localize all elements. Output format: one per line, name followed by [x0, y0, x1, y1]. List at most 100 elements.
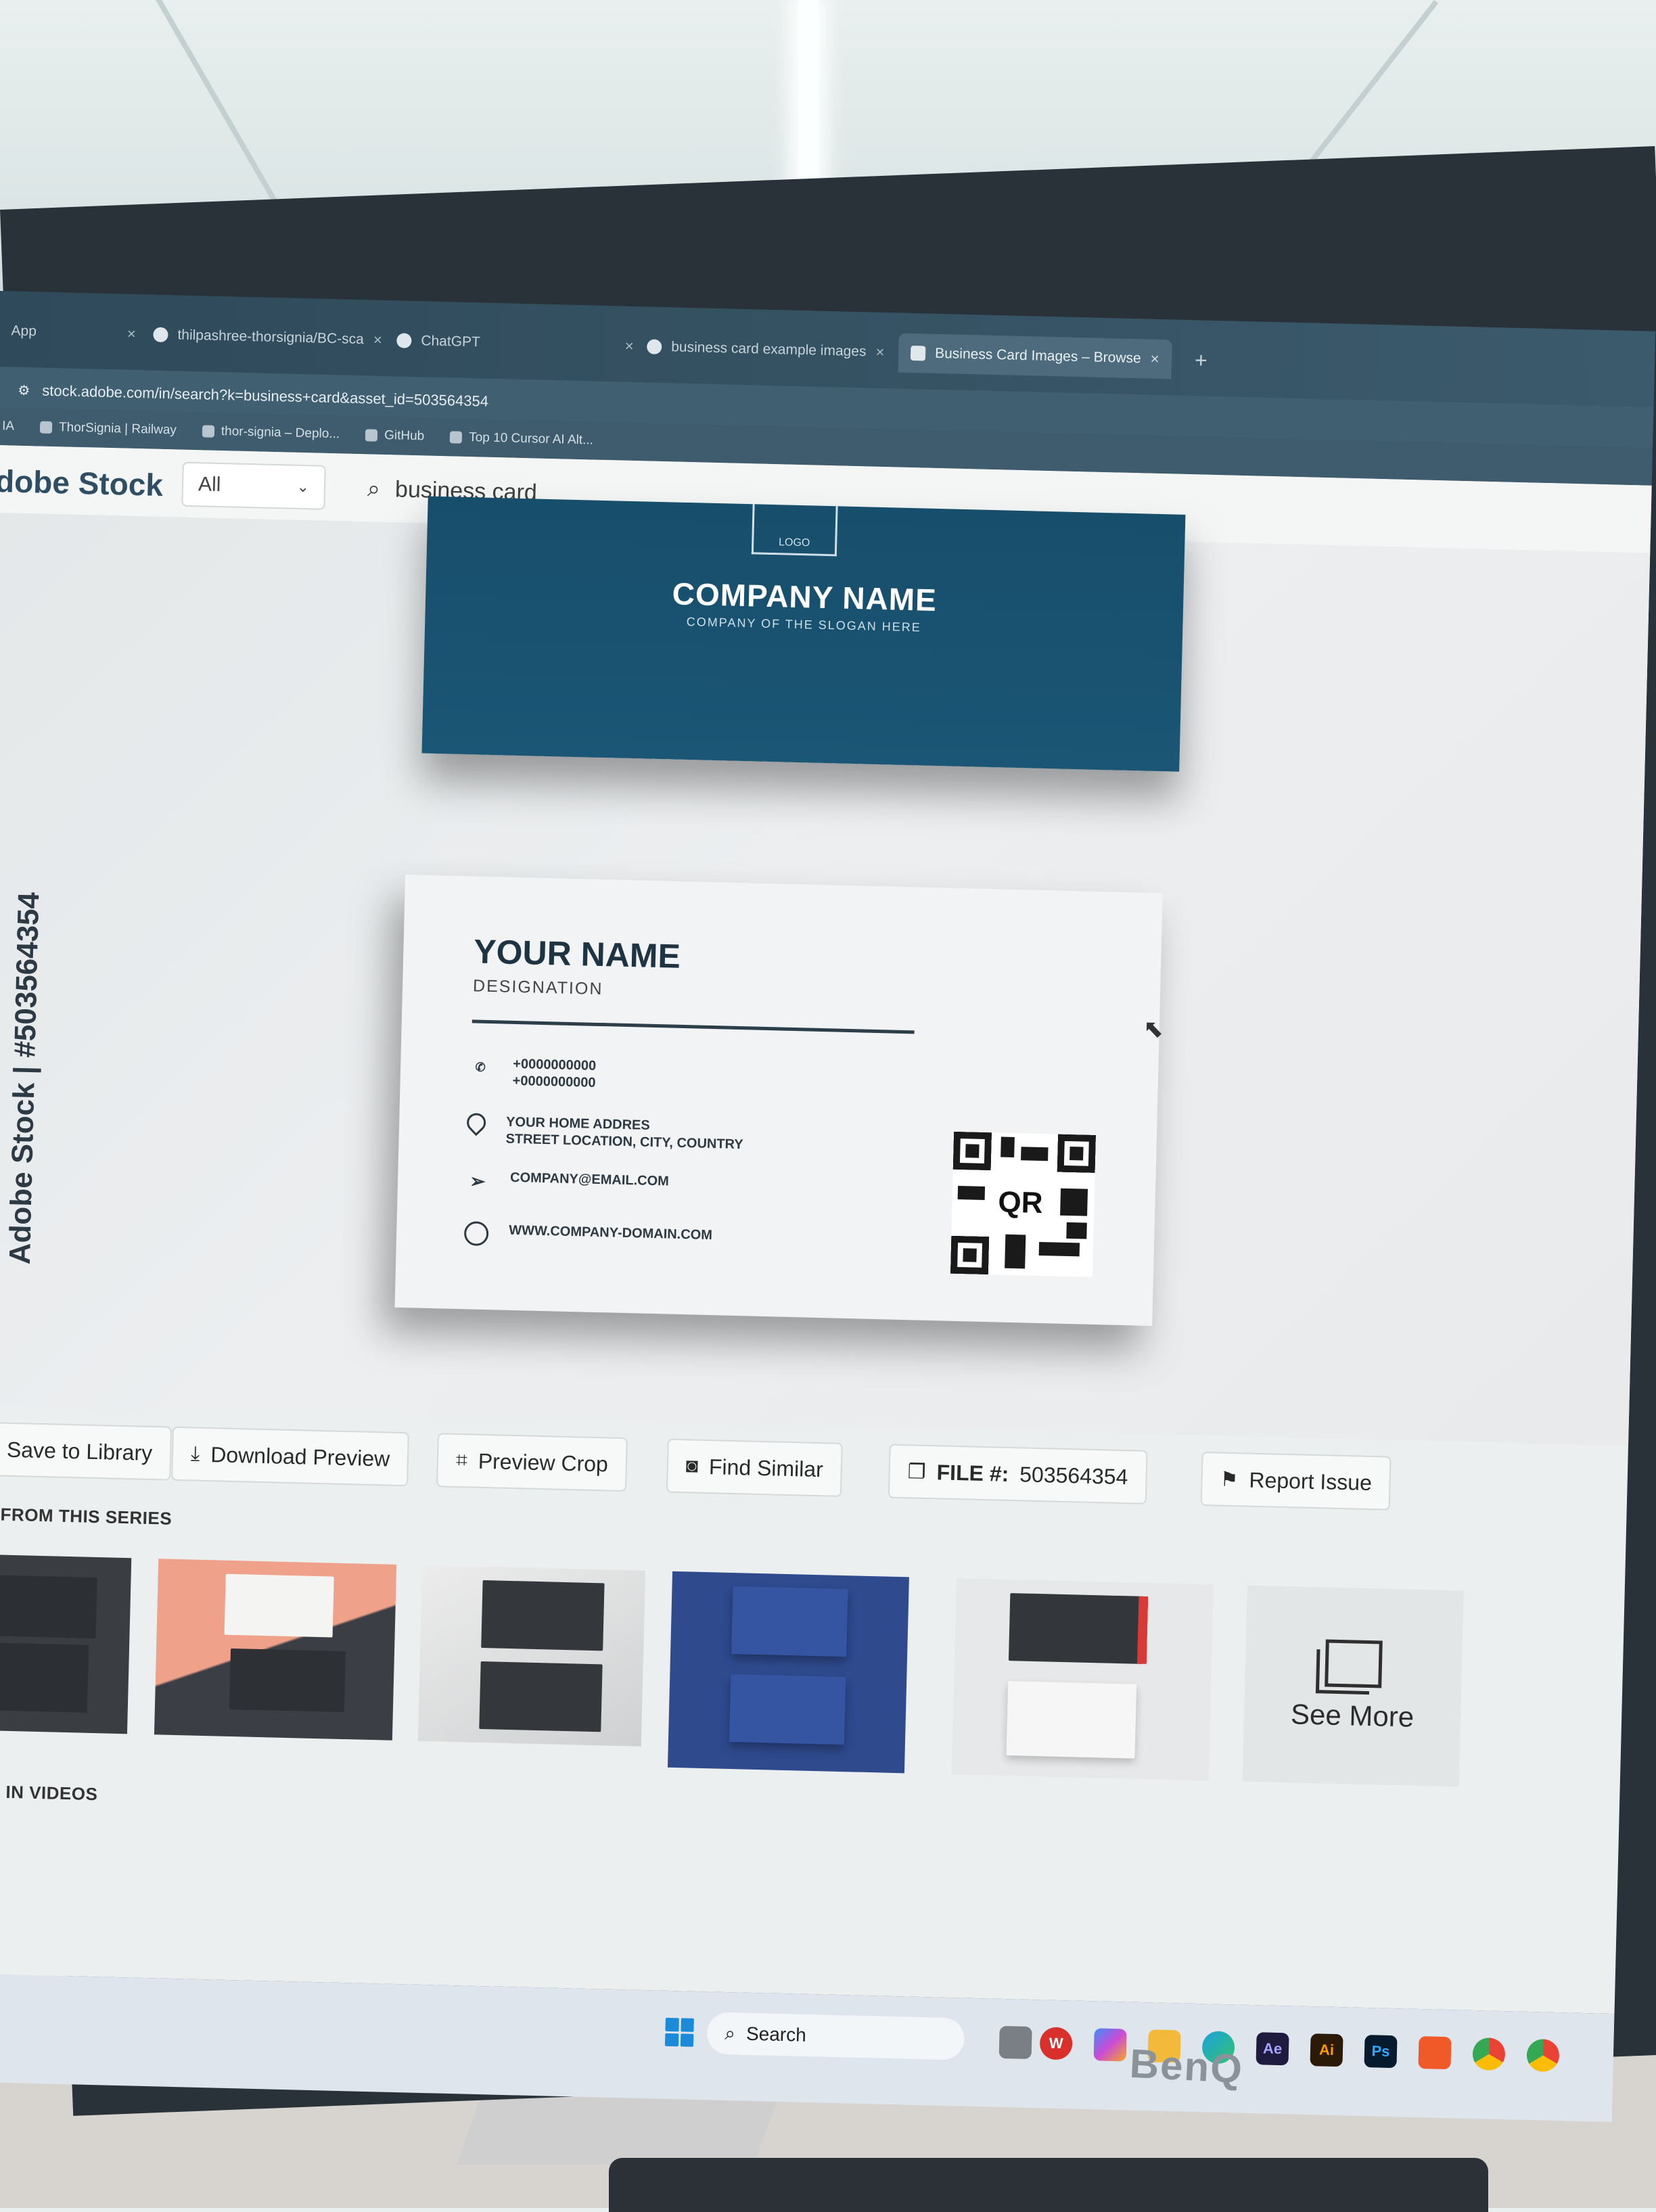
card-logo-placeholder: LOGO [751, 504, 838, 557]
card-phone: +0000000000 [512, 1073, 596, 1090]
plus-icon: + [1194, 347, 1208, 373]
search-scope-select[interactable]: All ⌄ [181, 461, 326, 510]
url-text[interactable]: stock.adobe.com/in/search?k=business+car… [42, 382, 488, 411]
videos-section-title: LAR IN VIDEOS [0, 1780, 98, 1805]
qr-module [1001, 1136, 1015, 1158]
tab-github[interactable]: thilpashree-thorsignia/BC-sca × [141, 315, 395, 360]
search-icon: ⌕ [367, 475, 381, 502]
site-info-icon[interactable]: ⚙ [18, 382, 30, 398]
globe-icon [463, 1221, 489, 1247]
bookmark-label: thor-signia – Deplo... [221, 424, 340, 442]
close-icon[interactable]: × [624, 338, 634, 355]
photoshop-icon[interactable]: Ps [1364, 2035, 1398, 2069]
card-address-row: YOUR HOME ADDRES STREET LOCATION, CITY, … [463, 1109, 743, 1154]
save-to-library-button[interactable]: ♥ Save to Library [0, 1421, 172, 1481]
qr-module [1066, 1222, 1087, 1239]
card-email: COMPANY@EMAIL.COM [509, 1170, 670, 1189]
close-icon[interactable]: × [373, 331, 382, 349]
benq-logo: BenQ [1128, 2040, 1245, 2092]
bookmark-item[interactable]: thor-signia – Deplo... [202, 423, 340, 442]
qr-module [1005, 1234, 1026, 1269]
report-issue-button[interactable]: ⚑ Report Issue [1200, 1451, 1392, 1511]
bookmark-icon [450, 431, 463, 444]
copilot-icon[interactable] [1093, 2028, 1127, 2062]
chrome-icon[interactable] [1472, 2037, 1506, 2071]
windows-start-icon[interactable] [664, 2017, 694, 2047]
button-label: Preview Crop [478, 1448, 609, 1476]
tab-label: thilpashree-thorsignia/BC-sca [177, 327, 365, 348]
thumb-card [479, 1661, 603, 1732]
download-preview-button[interactable]: ⤓ Download Preview [171, 1426, 410, 1487]
tab-app[interactable]: App × [0, 311, 148, 354]
wps-office-icon[interactable]: W [1039, 2027, 1073, 2060]
new-tab-button[interactable]: + [1182, 340, 1220, 380]
see-more-button[interactable]: See More [1242, 1585, 1464, 1787]
monitor-base [609, 2158, 1488, 2212]
close-icon[interactable]: × [127, 325, 136, 343]
bookmark-partial[interactable]: IA [2, 419, 14, 434]
series-thumbnail[interactable] [951, 1578, 1214, 1781]
qr-module [1060, 1188, 1088, 1216]
button-label: Report Issue [1249, 1467, 1373, 1495]
flag-icon: ⚑ [1220, 1468, 1239, 1491]
file-label: FILE #: [936, 1459, 1009, 1486]
file-number-badge[interactable]: ❐ FILE #: 503564354 [888, 1444, 1148, 1504]
google-icon [647, 339, 662, 354]
thumb-card [0, 1642, 89, 1713]
series-thumbnail[interactable] [154, 1559, 397, 1741]
qr-label: QR [993, 1185, 1048, 1221]
close-icon[interactable]: × [875, 344, 884, 361]
adobe-stock-logo[interactable]: dobe Stock [0, 463, 164, 503]
file-number: 503564354 [1019, 1461, 1128, 1489]
card-address: YOUR HOME ADDRES STREET LOCATION, CITY, … [505, 1114, 743, 1154]
taskbar-search-label: Search [745, 2023, 807, 2046]
close-icon[interactable]: × [1150, 350, 1159, 368]
qr-finder-core [965, 1144, 980, 1158]
store-icon[interactable] [1418, 2036, 1452, 2070]
thumb-card [224, 1573, 334, 1638]
stack-icon [1325, 1639, 1383, 1688]
tab-label: App [11, 323, 37, 340]
tab-adobe-stock[interactable]: Business Card Images – Browse × [898, 333, 1172, 379]
illustrator-icon[interactable]: Ai [1310, 2033, 1343, 2067]
find-similar-button[interactable]: ◙ Find Similar [666, 1438, 843, 1497]
button-label: Download Preview [210, 1442, 390, 1471]
tab-chatgpt[interactable]: ChatGPT × [384, 321, 647, 366]
preview-crop-button[interactable]: ⌗ Preview Crop [436, 1433, 628, 1492]
adobe-stock-page: dobe Stock All ⌄ ⌕ business card Adobe S… [0, 444, 1652, 2014]
bookmark-item[interactable]: ThorSignia | Railway [39, 420, 177, 438]
file-manager-icon[interactable] [998, 2025, 1032, 2060]
adobe-stock-icon [910, 345, 926, 361]
asset-id-watermark: Adobe Stock | #503564354 [3, 892, 46, 1265]
series-thumbnail[interactable] [0, 1554, 132, 1734]
bookmark-label: GitHub [384, 428, 425, 444]
qr-finder-core [1070, 1147, 1084, 1161]
mouse-cursor-icon: ⬉ [1143, 1014, 1164, 1043]
github-icon [365, 429, 378, 442]
location-pin-icon [463, 1109, 490, 1136]
bookmark-label: ThorSignia | Railway [58, 420, 177, 438]
card-name: YOUR NAME [473, 932, 681, 975]
card-website-row: WWW.COMPANY-DOMAIN.COM [463, 1221, 712, 1251]
card-designation: DESIGNATION [472, 976, 603, 999]
crop-icon: ⌗ [455, 1448, 468, 1472]
thumb-card [1008, 1593, 1149, 1665]
qr-module [957, 1185, 986, 1200]
taskbar-search[interactable]: ⌕ Search [706, 2012, 965, 2060]
card-phone-row: ✆ +0000000000 +0000000000 [467, 1055, 596, 1092]
chrome-profile-icon[interactable] [1526, 2038, 1560, 2073]
search-icon: ⌕ [724, 2022, 736, 2044]
thumb-card [731, 1586, 848, 1657]
series-section-title: RE FROM THIS SERIES [0, 1503, 172, 1529]
button-label: Find Similar [708, 1454, 824, 1481]
download-icon: ⤓ [190, 1442, 200, 1465]
series-thumbnail[interactable] [667, 1571, 909, 1774]
tab-google-images[interactable]: business card example images × [635, 327, 897, 372]
bookmark-item[interactable]: GitHub [365, 428, 425, 444]
bookmark-item[interactable]: Top 10 Cursor AI Alt... [450, 430, 593, 448]
see-more-label: See More [1290, 1698, 1414, 1733]
chevron-down-icon: ⌄ [296, 478, 310, 496]
monitor-screen: App × thilpashree-thorsignia/BC-sca × Ch… [0, 291, 1656, 2123]
after-effects-icon[interactable]: Ae [1256, 2032, 1289, 2066]
series-thumbnail[interactable] [417, 1565, 646, 1747]
